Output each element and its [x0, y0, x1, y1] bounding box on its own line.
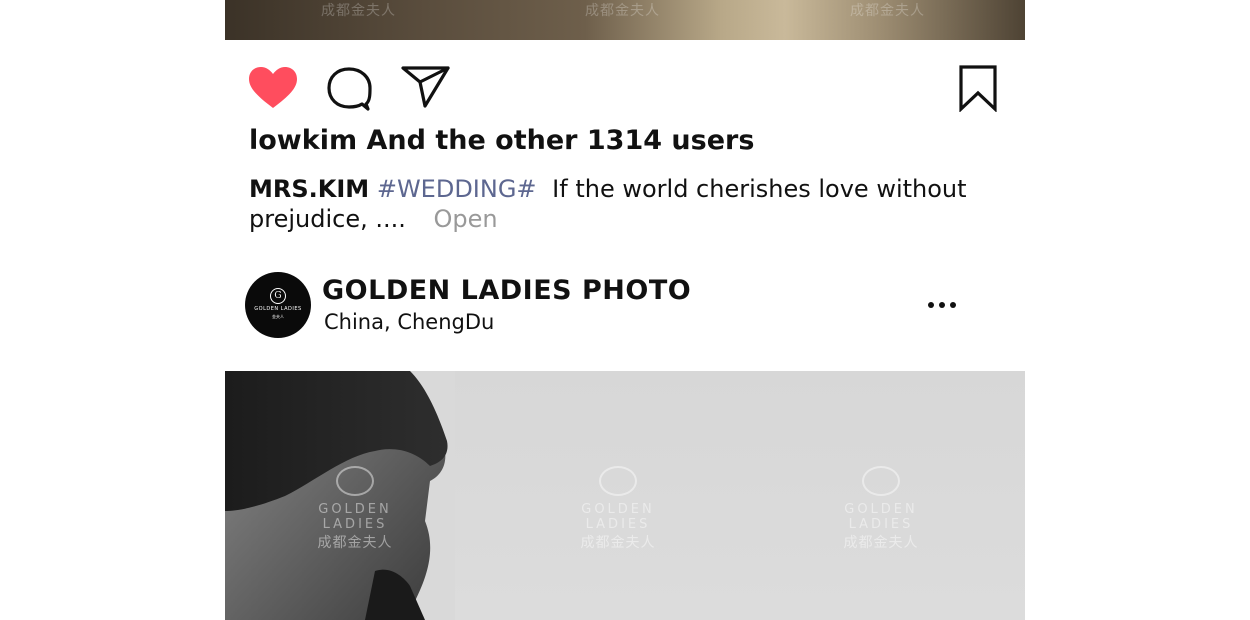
watermark-text: 成都金夫人 [850, 3, 925, 19]
like-button[interactable] [247, 66, 299, 110]
photo-watermark: GOLDEN LADIES 成都金夫人 [811, 466, 951, 552]
watermark-brand-cn: 成都金夫人 [317, 535, 393, 551]
save-button[interactable] [958, 64, 998, 112]
post-location[interactable]: China, ChengDu [324, 310, 494, 334]
bookmark-icon [959, 65, 997, 112]
logo-brand-cn: 金夫人 [272, 314, 284, 319]
watermark-text: 成都金夫人 [321, 3, 396, 19]
watermark-logo [862, 466, 900, 496]
watermark-brand-cn: 成都金夫人 [580, 535, 656, 551]
logo-monogram: G [270, 288, 286, 304]
caption-hashtag[interactable]: #WEDDING# [377, 175, 537, 203]
caption-username[interactable]: MRS.KIM [249, 175, 369, 203]
logo-brand-text: GOLDEN LADIES [254, 306, 302, 312]
watermark-brand: GOLDEN LADIES [581, 502, 655, 532]
more-options-button[interactable] [925, 293, 959, 317]
watermark-logo [599, 466, 637, 496]
watermark-brand: GOLDEN LADIES [844, 502, 918, 532]
likes-count[interactable]: lowkim And the other 1314 users [249, 125, 754, 156]
watermark-brand: GOLDEN LADIES [318, 502, 392, 532]
comment-button[interactable] [326, 66, 372, 112]
account-name[interactable]: GOLDEN LADIES PHOTO [322, 275, 691, 306]
photo-watermark: GOLDEN LADIES 成都金夫人 [285, 466, 425, 552]
more-dots-icon [939, 302, 945, 308]
post-caption: MRS.KIM #WEDDING# If the world cherishes… [249, 174, 969, 234]
send-icon [401, 66, 450, 108]
post-photo[interactable]: 成都金夫人 成都金夫人 成都金夫人 [225, 0, 1025, 40]
watermark-text: 成都金夫人 [585, 3, 660, 19]
caption-open-link[interactable]: Open [434, 205, 498, 233]
photo-watermark: GOLDEN LADIES 成都金夫人 [548, 466, 688, 552]
feed: 成都金夫人 成都金夫人 成都金夫人 lowkim And the other 1… [225, 0, 1025, 620]
watermark-logo [336, 466, 374, 496]
avatar[interactable]: G GOLDEN LADIES 金夫人 [245, 272, 311, 338]
post-action-bar [225, 40, 1025, 125]
more-dots-icon [928, 302, 934, 308]
heart-icon [249, 67, 297, 108]
watermark-brand-cn: 成都金夫人 [843, 535, 919, 551]
more-dots-icon [950, 302, 956, 308]
post-photo[interactable]: GOLDEN LADIES 成都金夫人 GOLDEN LADIES 成都金夫人 … [225, 371, 1025, 620]
share-button[interactable] [401, 65, 451, 109]
post-header: G GOLDEN LADIES 金夫人 GOLDEN LADIES PHOTO … [225, 265, 1025, 345]
comment-bubble-icon [327, 67, 372, 111]
